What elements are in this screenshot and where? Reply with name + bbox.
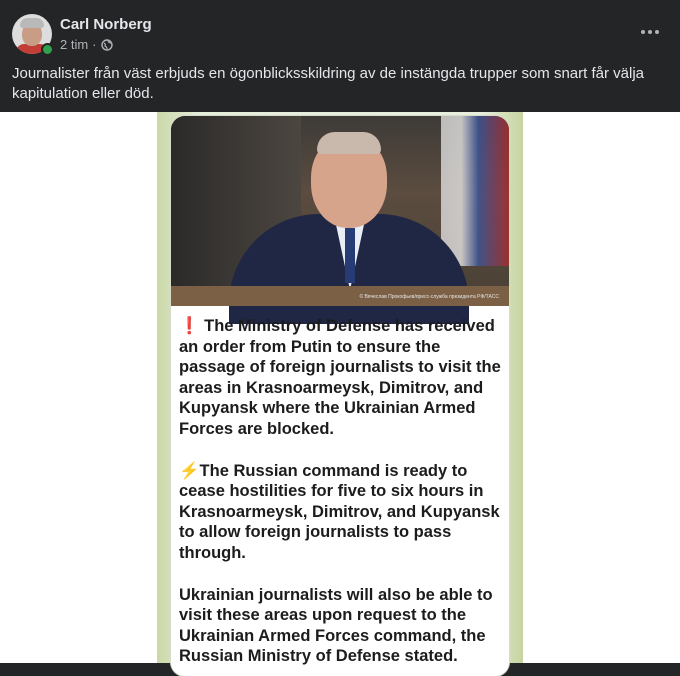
author-name[interactable]: Carl Norberg bbox=[60, 16, 152, 33]
photo-caption: © Вячеслав Прокофьев/пресс-служба презид… bbox=[359, 294, 499, 300]
post-meta: 2 tim · bbox=[60, 37, 113, 52]
exclamation-icon: ❗ bbox=[179, 317, 200, 335]
post-image[interactable]: © Вячеслав Прокофьев/пресс-служба презид… bbox=[157, 112, 523, 676]
putin-photo: © Вячеслав Прокофьев/пресс-служба презид… bbox=[171, 116, 509, 324]
meta-separator: · bbox=[92, 37, 97, 52]
post-time[interactable]: 2 tim bbox=[60, 37, 88, 52]
message-paragraph-2: ⚡The Russian command is ready to cease h… bbox=[179, 461, 500, 562]
message-card: © Вячеслав Прокофьев/пресс-служба презид… bbox=[171, 116, 509, 676]
more-options-icon[interactable] bbox=[636, 20, 664, 44]
globe-icon bbox=[100, 38, 113, 51]
online-status-dot bbox=[41, 43, 54, 56]
message-paragraph-1: ❗ The Ministry of Defense has received a… bbox=[179, 317, 501, 438]
message-text: ❗ The Ministry of Defense has received a… bbox=[179, 316, 503, 676]
post-header: Carl Norberg 2 tim · Journalister från v… bbox=[0, 0, 680, 112]
lightning-icon: ⚡ bbox=[179, 461, 200, 480]
message-paragraph-3: Ukrainian journalists will also be able … bbox=[179, 585, 493, 666]
post-image-area[interactable]: © Вячеслав Прокофьев/пресс-служба презид… bbox=[0, 112, 680, 676]
post-text: Journalister från väst erbjuds en ögonbl… bbox=[12, 65, 644, 102]
